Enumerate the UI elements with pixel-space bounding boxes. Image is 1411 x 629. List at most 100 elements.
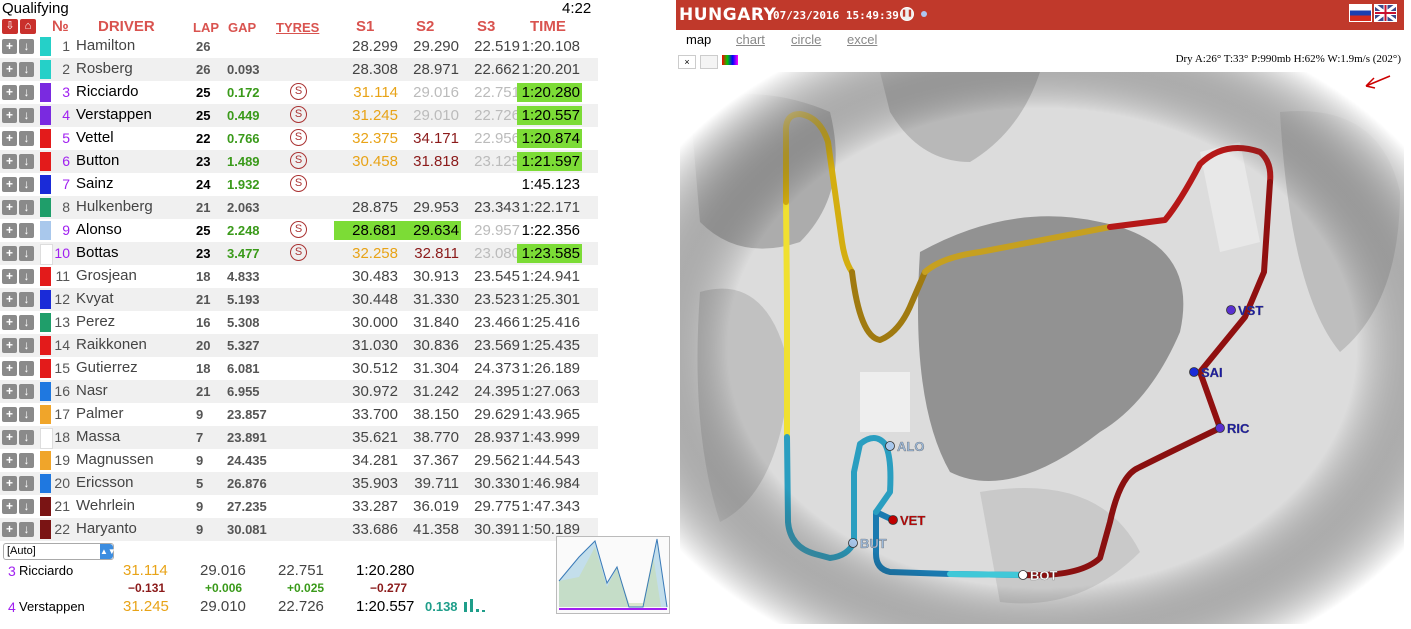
expand-icon[interactable]: + bbox=[2, 269, 17, 284]
move-down-icon[interactable]: ↓ bbox=[19, 453, 34, 468]
table-row[interactable]: + ↓ 16 Nasr 21 6.955 30.972 31.242 24.395 1:27.06… bbox=[0, 380, 598, 403]
table-row[interactable]: + ↓ 11 Grosjean 18 4.833 30.483 30.913 23.545 1:2… bbox=[0, 265, 598, 288]
tab-chart[interactable]: chart bbox=[736, 32, 765, 47]
expand-icon[interactable]: + bbox=[2, 499, 17, 514]
table-row[interactable]: + ↓ 1 Hamilton 26 28.299 29.290 22.519 1:20.108 bbox=[0, 35, 598, 58]
move-down-icon[interactable]: ↓ bbox=[19, 476, 34, 491]
driver-name[interactable]: Button bbox=[76, 152, 119, 169]
table-row[interactable]: + ↓ 6 Button 23 1.489 S 30.458 31.818 23.125 1:21.… bbox=[0, 150, 598, 173]
driver-name[interactable]: Raikkonen bbox=[76, 336, 147, 353]
expand-icon[interactable]: + bbox=[2, 108, 17, 123]
tab-circle[interactable]: circle bbox=[791, 32, 821, 47]
driver-name[interactable]: Kvyat bbox=[76, 290, 114, 307]
table-row[interactable]: + ↓ 19 Magnussen 9 24.435 34.281 37.367 29.562 1:… bbox=[0, 449, 598, 472]
blank-toggle-icon[interactable] bbox=[700, 55, 718, 69]
move-down-icon[interactable]: ↓ bbox=[19, 246, 34, 261]
driver-name[interactable]: Sainz bbox=[76, 175, 114, 192]
expand-icon[interactable]: + bbox=[2, 292, 17, 307]
move-down-icon[interactable]: ↓ bbox=[19, 108, 34, 123]
move-down-icon[interactable]: ↓ bbox=[19, 430, 34, 445]
expand-icon[interactable]: + bbox=[2, 177, 17, 192]
table-row[interactable]: + ↓ 9 Alonso 25 2.248 S 28.681 29.634 29.957 1:22.… bbox=[0, 219, 598, 242]
home-icon[interactable]: ⌂ bbox=[20, 19, 36, 34]
expand-icon[interactable]: + bbox=[2, 315, 17, 330]
header-tyres[interactable]: TYRES bbox=[276, 20, 319, 35]
expand-icon[interactable]: + bbox=[2, 200, 17, 215]
expand-icon[interactable]: + bbox=[2, 131, 17, 146]
table-row[interactable]: + ↓ 13 Perez 16 5.308 30.000 31.840 23.466 1:25.4… bbox=[0, 311, 598, 334]
table-row[interactable]: + ↓ 20 Ericsson 5 26.876 35.903 39.711 30.330 1:4… bbox=[0, 472, 598, 495]
driver-name[interactable]: Hamilton bbox=[76, 37, 135, 54]
tab-excel[interactable]: excel bbox=[847, 32, 877, 47]
driver-name[interactable]: Nasr bbox=[76, 382, 108, 399]
table-row[interactable]: + ↓ 8 Hulkenberg 21 2.063 28.875 29.953 23.343 1:… bbox=[0, 196, 598, 219]
driver-name[interactable]: Perez bbox=[76, 313, 115, 330]
table-row[interactable]: + ↓ 7 Sainz 24 1.932 S 1:45.123 bbox=[0, 173, 598, 196]
expand-icon[interactable]: + bbox=[2, 85, 17, 100]
move-down-icon[interactable]: ↓ bbox=[19, 315, 34, 330]
driver-name[interactable]: Verstappen bbox=[76, 106, 152, 123]
expand-icon[interactable]: + bbox=[2, 223, 17, 238]
move-down-icon[interactable]: ↓ bbox=[19, 85, 34, 100]
expand-icon[interactable]: + bbox=[2, 453, 17, 468]
table-row[interactable]: + ↓ 10 Bottas 23 3.477 S 32.258 32.811 23.080 1:23… bbox=[0, 242, 598, 265]
driver-name[interactable]: Hulkenberg bbox=[76, 198, 153, 215]
move-down-icon[interactable]: ↓ bbox=[19, 407, 34, 422]
dropdown-icon[interactable]: ▲▼ bbox=[100, 544, 116, 559]
driver-name[interactable]: Alonso bbox=[76, 221, 122, 238]
expand-icon[interactable]: + bbox=[2, 476, 17, 491]
close-icon[interactable]: × bbox=[678, 55, 696, 69]
table-row[interactable]: + ↓ 17 Palmer 9 23.857 33.700 38.150 29.629 1:43.… bbox=[0, 403, 598, 426]
driver-name[interactable]: Grosjean bbox=[76, 267, 137, 284]
table-row[interactable]: + ↓ 21 Wehrlein 9 27.235 33.287 36.019 29.775 1:4… bbox=[0, 495, 598, 518]
expand-icon[interactable]: + bbox=[2, 154, 17, 169]
driver-name[interactable]: Ricciardo bbox=[76, 83, 139, 100]
expand-icon[interactable]: + bbox=[2, 522, 17, 537]
tab-map[interactable]: map bbox=[686, 32, 711, 47]
move-down-icon[interactable]: ↓ bbox=[19, 361, 34, 376]
move-down-icon[interactable]: ↓ bbox=[19, 200, 34, 215]
table-row[interactable]: + ↓ 22 Haryanto 9 30.081 33.686 41.358 30.391 1:5… bbox=[0, 518, 598, 541]
move-down-icon[interactable]: ↓ bbox=[19, 131, 34, 146]
pause-icon[interactable]: ❚❚ bbox=[900, 7, 914, 21]
move-down-icon[interactable]: ↓ bbox=[19, 499, 34, 514]
driver-name[interactable]: Ericsson bbox=[76, 474, 134, 491]
driver-select[interactable]: [Auto] ▲▼ bbox=[3, 543, 116, 560]
driver-name[interactable]: Rosberg bbox=[76, 60, 133, 77]
driver-name[interactable]: Bottas bbox=[76, 244, 119, 261]
table-row[interactable]: + ↓ 15 Gutierrez 18 6.081 30.512 31.304 24.373 1:… bbox=[0, 357, 598, 380]
move-down-icon[interactable]: ↓ bbox=[19, 269, 34, 284]
expand-icon[interactable]: + bbox=[2, 39, 17, 54]
expand-icon[interactable]: + bbox=[2, 246, 17, 261]
move-down-icon[interactable]: ↓ bbox=[19, 384, 34, 399]
sort-down-icon[interactable]: ⇩ bbox=[2, 19, 18, 34]
move-down-icon[interactable]: ↓ bbox=[19, 522, 34, 537]
expand-icon[interactable]: + bbox=[2, 338, 17, 353]
driver-name[interactable]: Magnussen bbox=[76, 451, 154, 468]
table-row[interactable]: + ↓ 4 Verstappen 25 0.449 S 31.245 29.010 22.726 1… bbox=[0, 104, 598, 127]
move-down-icon[interactable]: ↓ bbox=[19, 292, 34, 307]
table-row[interactable]: + ↓ 2 Rosberg 26 0.093 28.308 28.971 22.662 1:20.… bbox=[0, 58, 598, 81]
uk-flag-icon[interactable] bbox=[1374, 3, 1397, 23]
driver-name[interactable]: Gutierrez bbox=[76, 359, 138, 376]
move-down-icon[interactable]: ↓ bbox=[19, 39, 34, 54]
move-down-icon[interactable]: ↓ bbox=[19, 62, 34, 77]
expand-icon[interactable]: + bbox=[2, 361, 17, 376]
table-row[interactable]: + ↓ 18 Massa 7 23.891 35.621 38.770 28.937 1:43.9… bbox=[0, 426, 598, 449]
expand-icon[interactable]: + bbox=[2, 407, 17, 422]
color-scale-icon[interactable] bbox=[722, 55, 738, 65]
track-map[interactable]: VSTSAIRICALOVETBUTBOT bbox=[680, 72, 1404, 624]
driver-name[interactable]: Wehrlein bbox=[76, 497, 135, 514]
move-down-icon[interactable]: ↓ bbox=[19, 154, 34, 169]
driver-name[interactable]: Massa bbox=[76, 428, 120, 445]
expand-icon[interactable]: + bbox=[2, 384, 17, 399]
table-row[interactable]: + ↓ 12 Kvyat 21 5.193 30.448 31.330 23.523 1:25.3… bbox=[0, 288, 598, 311]
expand-icon[interactable]: + bbox=[2, 430, 17, 445]
driver-name[interactable]: Vettel bbox=[76, 129, 114, 146]
table-row[interactable]: + ↓ 14 Raikkonen 20 5.327 31.030 30.836 23.569 1:… bbox=[0, 334, 598, 357]
move-down-icon[interactable]: ↓ bbox=[19, 177, 34, 192]
expand-icon[interactable]: + bbox=[2, 62, 17, 77]
driver-name[interactable]: Haryanto bbox=[76, 520, 137, 537]
driver-name[interactable]: Palmer bbox=[76, 405, 124, 422]
move-down-icon[interactable]: ↓ bbox=[19, 223, 34, 238]
